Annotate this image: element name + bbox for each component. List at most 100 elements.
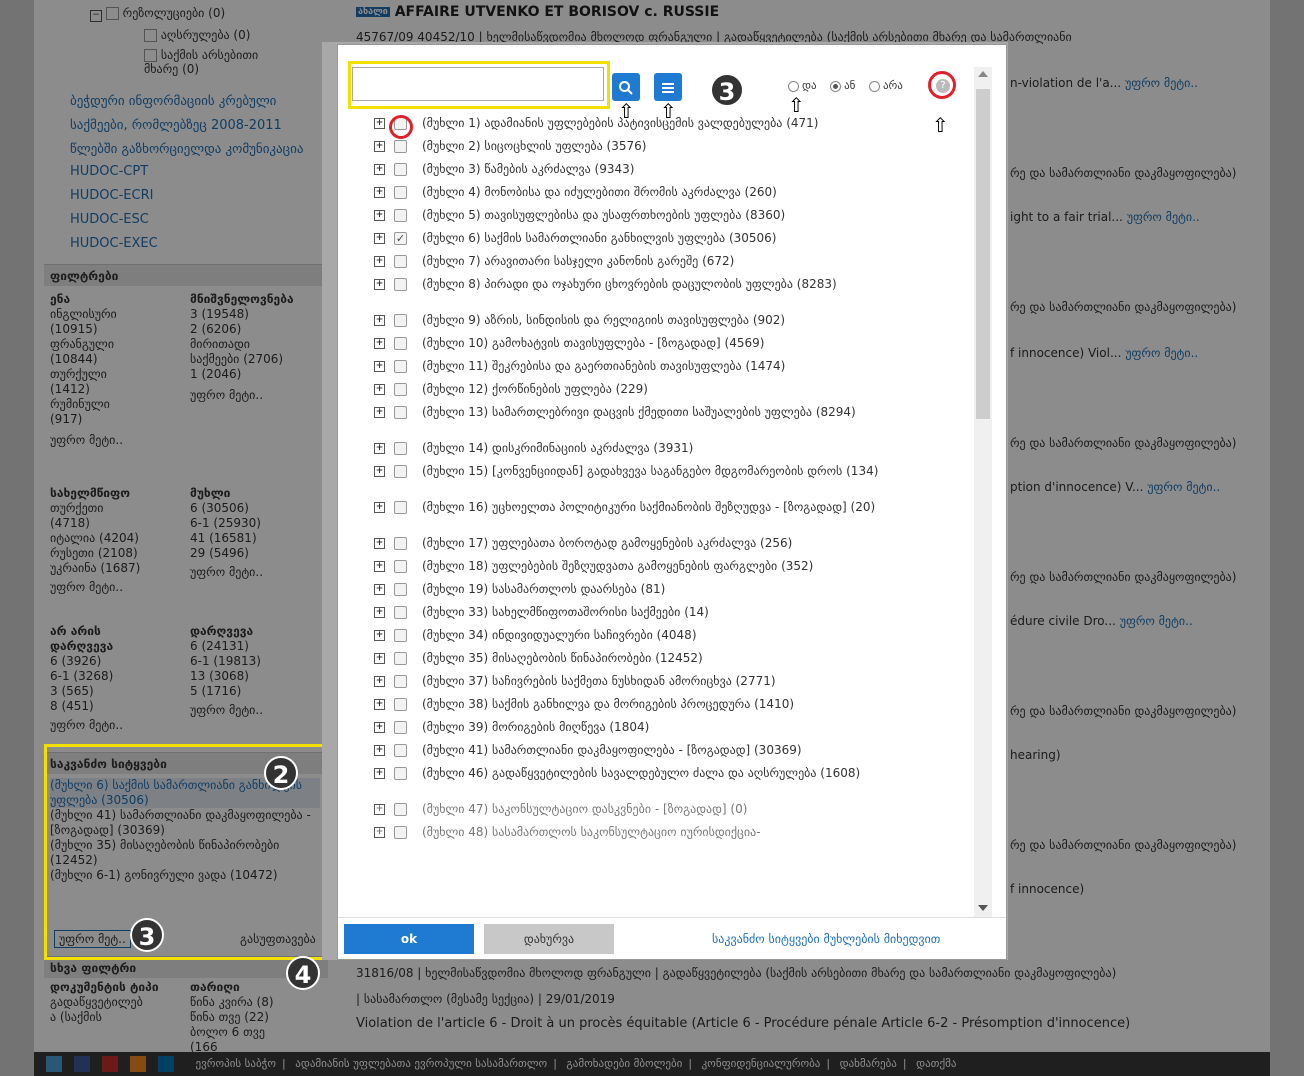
keyword-tree-item[interactable]: + (მუხლი 15) [კონვენციიდან] გადახვევა საგ… bbox=[374, 465, 894, 501]
expand-icon[interactable]: + bbox=[374, 118, 385, 129]
expand-icon[interactable]: + bbox=[374, 699, 385, 710]
expand-icon[interactable]: + bbox=[374, 538, 385, 549]
expand-icon[interactable]: + bbox=[374, 384, 385, 395]
keyword-checkbox[interactable] bbox=[394, 278, 407, 291]
expand-icon[interactable]: + bbox=[374, 407, 385, 418]
expand-icon[interactable]: + bbox=[374, 141, 385, 152]
keyword-tree-item[interactable]: + (მუხლი 39) მორიგების მიღწევა (1804) bbox=[374, 721, 894, 744]
keyword-checkbox[interactable] bbox=[394, 744, 407, 757]
keyword-tree-item[interactable]: + (მუხლი 46) გადაწყვეტილების სავალდებულო … bbox=[374, 767, 894, 803]
expand-icon[interactable]: + bbox=[374, 210, 385, 221]
expand-icon[interactable]: + bbox=[374, 804, 385, 815]
keyword-tree-item[interactable]: + (მუხლი 41) სამართლიანი დაკმაყოფილება - … bbox=[374, 744, 894, 767]
keyword-tree-item[interactable]: + (მუხლი 19) სასამართლოს დაარსება (81) bbox=[374, 583, 894, 606]
expand-icon[interactable]: + bbox=[374, 233, 385, 244]
keyword-tree-item[interactable]: + (მუხლი 10) გამოხატვის თავისუფლება - [ზო… bbox=[374, 337, 894, 360]
keyword-checkbox[interactable] bbox=[394, 803, 407, 816]
expand-icon[interactable]: + bbox=[374, 676, 385, 687]
keyword-checkbox[interactable] bbox=[394, 675, 407, 688]
keyword-checkbox[interactable] bbox=[394, 406, 407, 419]
help-button[interactable]: ? bbox=[928, 71, 956, 99]
keyword-checkbox[interactable] bbox=[394, 337, 407, 350]
keyword-checkbox[interactable] bbox=[394, 140, 407, 153]
expand-icon[interactable]: + bbox=[374, 745, 385, 756]
keyword-checkbox[interactable] bbox=[394, 383, 407, 396]
search-button[interactable] bbox=[612, 73, 640, 101]
expand-icon[interactable]: + bbox=[374, 768, 385, 779]
keyword-tree-item[interactable]: + (მუხლი 38) საქმის განხილვა და მორიგების… bbox=[374, 698, 894, 721]
keyword-tree-item[interactable]: + (მუხლი 33) სახელმწიფოთაშორისი საქმეები … bbox=[374, 606, 894, 629]
keyword-tree-item[interactable]: + (მუხლი 18) უფლებების შეზღუდვათა გამოყენ… bbox=[374, 560, 894, 583]
keyword-tree-item[interactable]: + (მუხლი 16) უცხოელთა პოლიტიკური საქმიანო… bbox=[374, 501, 894, 537]
keyword-tree-item[interactable]: + (მუხლი 13) სამართლებრივი დაცვის ქმედითი… bbox=[374, 406, 894, 442]
keyword-checkbox[interactable] bbox=[394, 721, 407, 734]
close-button[interactable]: დახურვა bbox=[484, 924, 614, 954]
keyword-checkbox[interactable] bbox=[394, 560, 407, 573]
expand-icon[interactable]: + bbox=[374, 466, 385, 477]
expand-icon[interactable]: + bbox=[374, 338, 385, 349]
radio-not[interactable] bbox=[868, 80, 880, 92]
keyword-checkbox[interactable] bbox=[394, 583, 407, 596]
keyword-tree-item[interactable]: + (მუხლი 48) სასამართლოს საკონსულტაციო იუ… bbox=[374, 826, 894, 862]
scroll-down-icon[interactable] bbox=[978, 905, 988, 911]
keyword-tree-item[interactable]: + (მუხლი 8) პირადი და ოჯახური ცხოვრების დ… bbox=[374, 278, 894, 314]
expand-icon[interactable]: + bbox=[374, 584, 385, 595]
keywords-by-article-link[interactable]: საკვანძო სიტყვები მუხლების მიხედვით bbox=[712, 932, 940, 946]
keyword-tree-item[interactable]: + (მუხლი 35) მისაღებობის წინაპირობები (12… bbox=[374, 652, 894, 675]
keyword-checkbox[interactable] bbox=[394, 537, 407, 550]
scroll-thumb[interactable] bbox=[976, 89, 990, 419]
expand-icon[interactable]: + bbox=[374, 256, 385, 267]
expand-icon[interactable]: + bbox=[374, 653, 385, 664]
expand-icon[interactable]: + bbox=[374, 827, 385, 838]
keyword-checkbox[interactable] bbox=[394, 163, 407, 176]
expand-icon[interactable]: + bbox=[374, 187, 385, 198]
scroll-up-icon[interactable] bbox=[978, 71, 988, 77]
keyword-tree-item[interactable]: + (მუხლი 4) მონობისა და იძულებითი შრომის … bbox=[374, 186, 894, 209]
keyword-checkbox[interactable] bbox=[394, 606, 407, 619]
keyword-checkbox[interactable] bbox=[394, 465, 407, 478]
keyword-tree-item[interactable]: + (მუხლი 9) აზრის, სინდისის და რელიგიის თ… bbox=[374, 314, 894, 337]
keyword-checkbox[interactable] bbox=[394, 501, 407, 514]
expand-icon[interactable]: + bbox=[374, 561, 385, 572]
keyword-checkbox[interactable] bbox=[394, 652, 407, 665]
expand-icon[interactable]: + bbox=[374, 630, 385, 641]
expand-icon[interactable]: + bbox=[374, 443, 385, 454]
keyword-tree-item[interactable]: + (მუხლი 11) შეკრებისა და გაერთიანების თა… bbox=[374, 360, 894, 383]
keyword-tree-item[interactable]: + (მუხლი 3) წამების აკრძალვა (9343) bbox=[374, 163, 894, 186]
expand-icon[interactable]: + bbox=[374, 361, 385, 372]
keyword-checkbox[interactable] bbox=[394, 255, 407, 268]
keyword-tree-item[interactable]: + (მუხლი 37) საჩივრების საქმეთა ნუსხიდან … bbox=[374, 675, 894, 698]
expand-icon[interactable]: + bbox=[374, 607, 385, 618]
expand-icon[interactable]: + bbox=[374, 722, 385, 733]
keyword-checkbox[interactable]: ✓ bbox=[394, 232, 407, 245]
keyword-tree-item[interactable]: + (მუხლი 2) სიცოცხლის უფლება (3576) bbox=[374, 140, 894, 163]
keyword-tree-item[interactable]: + (მუხლი 47) საკონსულტაციო დასკვნები - [ზ… bbox=[374, 803, 894, 826]
list-scrollbar[interactable] bbox=[974, 67, 992, 917]
expand-icon[interactable]: + bbox=[374, 279, 385, 290]
keyword-checkbox[interactable] bbox=[394, 698, 407, 711]
expand-icon[interactable]: + bbox=[374, 502, 385, 513]
keyword-checkbox[interactable] bbox=[394, 767, 407, 780]
keyword-checkbox[interactable] bbox=[394, 209, 407, 222]
keyword-tree-item[interactable]: + (მუხლი 34) ინდივიდუალური საჩივრები (404… bbox=[374, 629, 894, 652]
keyword-tree-item[interactable]: + (მუხლი 5) თავისუფლებისა და უსაფრთხოების… bbox=[374, 209, 894, 232]
keyword-tree-item[interactable]: + ✓ (მუხლი 6) საქმის სამართლიანი განხილვის… bbox=[374, 232, 894, 255]
keyword-checkbox[interactable] bbox=[394, 826, 407, 839]
radio-and[interactable] bbox=[788, 80, 799, 92]
expand-icon[interactable]: + bbox=[374, 164, 385, 175]
keyword-tree-item[interactable]: + (მუხლი 14) დისკრიმინაციის აკრძალვა (393… bbox=[374, 442, 894, 465]
keyword-tree-item[interactable]: + (მუხლი 7) არავითარი სასჯელი კანონის გარ… bbox=[374, 255, 894, 278]
list-view-button[interactable] bbox=[654, 73, 682, 101]
keyword-tree-item[interactable]: + (მუხლი 17) უფლებათა ბოროტად გამოყენების… bbox=[374, 537, 894, 560]
keyword-checkbox[interactable] bbox=[394, 629, 407, 642]
keyword-checkbox[interactable] bbox=[394, 314, 407, 327]
expand-icon[interactable]: + bbox=[374, 315, 385, 326]
keyword-search-input[interactable] bbox=[352, 67, 604, 101]
keyword-checkbox[interactable] bbox=[394, 360, 407, 373]
keyword-checkbox[interactable] bbox=[394, 186, 407, 199]
ok-button[interactable]: ok bbox=[344, 924, 474, 954]
keyword-tree-item[interactable]: + (მუხლი 1) ადამიანის უფლებების პატივისცე… bbox=[374, 117, 894, 140]
radio-or[interactable] bbox=[830, 80, 842, 92]
keyword-checkbox[interactable] bbox=[394, 442, 407, 455]
keyword-tree-item[interactable]: + (მუხლი 12) ქორწინების უფლება (229) bbox=[374, 383, 894, 406]
